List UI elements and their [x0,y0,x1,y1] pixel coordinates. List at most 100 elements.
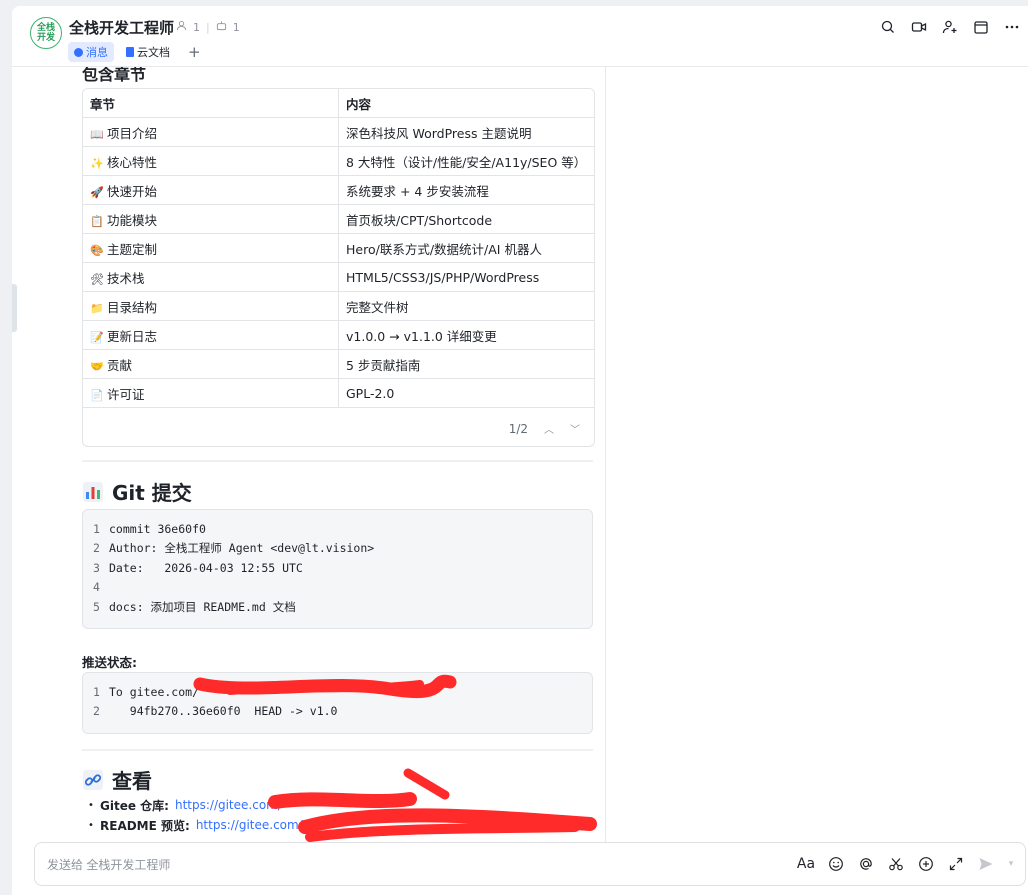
chapter-name: 主题定制 [107,241,158,257]
tab-cloud-docs-label: 云文档 [137,46,170,59]
text-format-icon[interactable]: Aa [797,855,815,873]
table-row: 📄 许可证 GPL-2.0 [83,378,594,408]
section-title: 包含章节 [82,67,147,84]
chapter-emoji-icon: 📄 [90,388,104,402]
pager-text: 1/2 [508,421,528,436]
commit-code-block: 1 commit 36e60f0 2 Author: 全栈工程师 Agent <de… [82,509,593,629]
content-divider [605,67,606,842]
table-header: 章节 [83,89,339,118]
chat-window: 全栈开发 全栈开发工程师 1 | 1 消息 云文档 + 包含章节 章节 内容 📖… [12,6,1028,895]
table-row: 🎨 主题定制 Hero/联系方式/数据统计/AI 机器人 [83,233,594,263]
content-cell: 系统要求 + 4 步安装流程 [338,175,594,205]
chevron-down-icon[interactable]: ﹀ [570,421,580,436]
chapter-cell: 🛠 技术栈 [83,262,339,292]
content-cell: 深色科技风 WordPress 主题说明 [338,117,594,147]
chapter-emoji-icon: 📋 [90,214,104,228]
content-cell: 5 步贡献指南 [338,349,594,379]
content-cell: 8 大特性（设计/性能/安全/A11y/SEO 等） [338,146,594,176]
meta-divider: | [206,20,210,34]
scissors-icon[interactable] [887,855,905,873]
git-heading: Git 提交 [82,477,192,506]
message-tab-icon [74,47,83,57]
sidebar-edge [12,284,17,332]
chapter-emoji-icon: 📝 [90,330,104,344]
chat-title[interactable]: 全栈开发工程师 [69,17,174,38]
chat-tabs: 消息 云文档 + [68,42,207,62]
video-call-icon[interactable] [911,19,927,35]
chapter-cell: 📁 目录结构 [83,291,339,321]
link-icon [82,769,104,791]
chapters-table: 章节 内容 📖 项目介绍 深色科技风 WordPress 主题说明 ✨ 核心特性 8 大特… [82,88,595,447]
content-cell: 完整文件树 [338,291,594,321]
chevron-up-icon[interactable]: ︿ [544,421,554,436]
code-line: 1 commit 36e60f0 [93,521,206,536]
send-icon[interactable] [977,855,995,873]
content-cell: v1.0.0 → v1.1.0 详细变更 [338,320,594,350]
tab-messages[interactable]: 消息 [68,42,114,62]
doc-tab-icon [126,47,134,57]
chapter-name: 许可证 [107,386,145,402]
table-row: ✨ 核心特性 8 大特性（设计/性能/安全/A11y/SEO 等） [83,146,594,176]
header-actions [880,19,1020,35]
mention-icon[interactable] [857,855,875,873]
chapter-emoji-icon: 🚀 [90,185,104,199]
add-tab-button[interactable]: + [182,43,207,61]
bar-chart-icon [82,481,104,503]
list-item: • README 预览: https://gitee.com/ [88,815,303,835]
push-status-label: 推送状态: [82,655,137,670]
table-header-row: 章节 内容 [83,89,594,118]
table-row: 🛠 技术栈 HTML5/CSS3/JS/PHP/WordPress [83,262,594,292]
message-input[interactable] [45,853,649,877]
link-label: README 预览: [100,818,190,833]
calendar-icon[interactable] [973,19,989,35]
chapter-emoji-icon: ✨ [90,156,104,170]
bullet: • [88,799,94,811]
search-icon[interactable] [880,19,896,35]
group-avatar[interactable]: 全栈开发 [30,17,62,49]
code-line: 1 To gitee.com/ [93,684,200,699]
bullet: • [88,819,94,831]
chapter-emoji-icon: 🎨 [90,243,104,257]
chapter-emoji-icon: 🛠 [90,272,104,286]
chapter-name: 功能模块 [107,212,158,228]
bots-count: 1 [232,20,240,34]
emoji-icon[interactable] [827,855,845,873]
readme-preview-link[interactable]: https://gitee.com/ [196,818,303,832]
content-cell: Hero/联系方式/数据统计/AI 机器人 [338,233,594,263]
send-options-icon[interactable]: ▾ [1007,855,1015,873]
chapter-emoji-icon: 📁 [90,301,104,315]
chapter-name: 核心特性 [107,154,158,170]
table-row: 📖 项目介绍 深色科技风 WordPress 主题说明 [83,117,594,147]
chapter-name: 贡献 [107,357,133,373]
code-line: 5 docs: 添加项目 README.md 文档 [93,599,296,614]
members-icon [176,20,187,34]
bot-icon [216,20,227,34]
gitee-repo-link[interactable]: https://gitee.com/ [175,798,282,812]
chapter-cell: 📄 许可证 [83,378,339,408]
chapter-name: 更新日志 [107,328,158,344]
chapter-cell: 📋 功能模块 [83,204,339,234]
chapter-emoji-icon: 🤝 [90,359,104,373]
expand-icon[interactable] [947,855,965,873]
view-title: 查看 [112,769,152,793]
view-heading: 查看 [82,765,152,794]
view-links: • Gitee 仓库: https://gitee.com/ • README … [88,795,303,835]
list-item: • Gitee 仓库: https://gitee.com/ [88,795,303,815]
content-cell: GPL-2.0 [338,378,594,408]
add-member-icon[interactable] [942,19,958,35]
tab-cloud-docs[interactable]: 云文档 [120,42,176,62]
message-composer: Aa ▾ [34,842,1026,886]
chapter-name: 目录结构 [107,299,158,315]
chapter-cell: 📝 更新日志 [83,320,339,350]
table-row: 📋 功能模块 首页板块/CPT/Shortcode [83,204,594,234]
code-line: 4 [93,580,100,595]
add-circle-icon[interactable] [917,855,935,873]
table-row: 📁 目录结构 完整文件树 [83,291,594,321]
chapter-cell: 🤝 贡献 [83,349,339,379]
more-icon[interactable] [1004,19,1020,35]
code-line: 3 Date: 2026-04-03 12:55 UTC [93,560,303,575]
git-title: Git 提交 [112,481,192,505]
divider [82,460,593,462]
table-row: 🚀 快速开始 系统要求 + 4 步安装流程 [83,175,594,205]
table-row: 🤝 贡献 5 步贡献指南 [83,349,594,379]
